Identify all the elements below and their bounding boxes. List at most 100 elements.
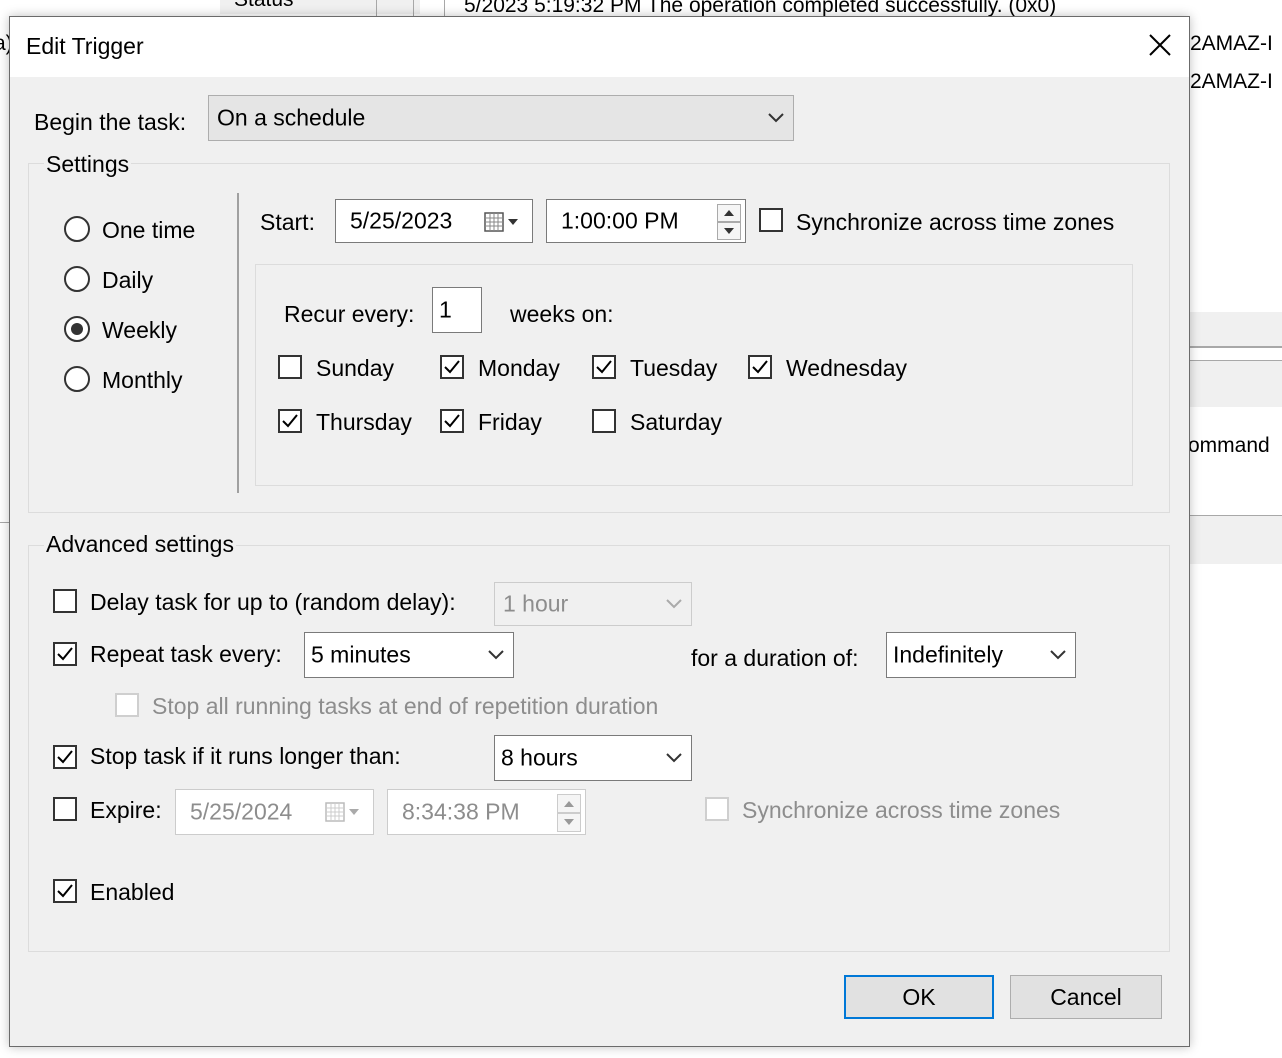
stop-longer-select[interactable]: 8 hours [494,735,692,781]
repeat-task-checkbox[interactable] [53,642,77,666]
start-time-spinner[interactable]: 1:00:00 PM [546,199,746,243]
calendar-icon[interactable] [325,802,361,822]
day-wednesday-checkbox[interactable] [748,355,772,379]
chevron-down-icon [1050,650,1066,660]
radio-selected-dot [71,323,83,335]
day-tuesday-label: Tuesday [630,355,718,381]
duration-label: for a duration of: [691,645,859,671]
enabled-label: Enabled [90,879,175,905]
sync-time-zones-label: Synchronize across time zones [796,209,1115,235]
stop-longer-label: Stop task if it runs longer than: [90,743,401,769]
expire-sync-label: Synchronize across time zones [742,797,1061,823]
checkmark-icon [57,647,73,661]
day-saturday-label: Saturday [630,409,723,435]
day-friday-label: Friday [478,409,542,435]
begin-task-label: Begin the task: [34,109,187,135]
background-divider [413,0,414,16]
radio-monthly[interactable] [64,366,90,392]
expire-label: Expire: [90,797,162,823]
recur-every-label: Recur every: [284,301,415,327]
expire-date-value: 5/25/2024 [190,798,293,825]
repeat-task-label: Repeat task every: [90,641,282,667]
stop-all-running-label: Stop all running tasks at end of repetit… [152,693,659,719]
radio-weekly-label: Weekly [102,317,177,343]
chevron-down-icon [488,650,504,660]
background-host-2: 2AMAZ-I [1190,70,1273,93]
stop-longer-value: 8 hours [501,744,578,771]
sync-time-zones-checkbox[interactable] [759,208,783,232]
radio-one-time-label: One time [102,217,196,243]
background-host-1: 2AMAZ-I [1190,32,1273,55]
duration-select[interactable]: Indefinitely [886,632,1076,678]
day-thursday-checkbox[interactable] [278,409,302,433]
enabled-checkbox[interactable] [53,879,77,903]
day-thursday-label: Thursday [316,409,412,435]
day-monday-checkbox[interactable] [440,355,464,379]
radio-daily-label: Daily [102,267,154,293]
radio-weekly[interactable] [64,316,90,342]
recur-every-input[interactable]: 1 [432,287,482,333]
checkmark-icon [57,750,73,764]
start-label: Start: [260,209,315,235]
repeat-interval-value: 5 minutes [311,641,411,668]
chevron-down-icon [666,599,682,609]
weeks-on-label: weeks on: [510,301,614,327]
expire-checkbox[interactable] [53,797,77,821]
radio-one-time[interactable] [64,216,90,242]
begin-task-select[interactable]: On a schedule [208,95,794,141]
checkmark-icon [444,360,460,374]
spinner-arrows-icon[interactable] [717,204,741,240]
day-tuesday-checkbox[interactable] [592,355,616,379]
settings-legend: Settings [44,151,132,178]
checkmark-icon [282,414,298,428]
background-pane [1189,312,1282,348]
radio-daily[interactable] [64,266,90,292]
background-divider [444,0,445,16]
expire-time-value: 8:34:38 PM [402,798,520,825]
background-command-text: ommand [1188,434,1270,457]
title-bar[interactable] [10,17,1189,77]
day-sunday-label: Sunday [316,355,395,381]
duration-value: Indefinitely [893,641,1003,668]
background-pane [1189,516,1282,564]
radio-monthly-label: Monthly [102,367,183,393]
day-friday-checkbox[interactable] [440,409,464,433]
chevron-down-icon [768,113,784,123]
delay-task-checkbox[interactable] [53,589,77,613]
edit-trigger-dialog: Edit Trigger Begin the task: On a schedu… [9,16,1190,1047]
recur-every-value: 1 [439,296,452,323]
checkmark-icon [596,360,612,374]
stop-all-running-checkbox[interactable] [115,693,139,717]
day-sunday-checkbox[interactable] [278,355,302,379]
calendar-icon[interactable] [484,212,520,232]
start-time-value: 1:00:00 PM [561,207,679,234]
advanced-settings-legend: Advanced settings [44,531,236,558]
start-date-value: 5/25/2023 [350,207,453,234]
checkmark-icon [752,360,768,374]
background-status-header: Status [234,0,294,12]
day-saturday-checkbox[interactable] [592,409,616,433]
day-wednesday-label: Wednesday [786,355,908,381]
delay-value: 1 hour [503,590,569,617]
expire-sync-checkbox[interactable] [705,797,729,821]
cancel-button[interactable]: Cancel [1010,975,1162,1019]
ok-button[interactable]: OK [844,975,994,1019]
delay-select[interactable]: 1 hour [494,582,692,626]
expire-date-picker[interactable]: 5/25/2024 [175,789,374,835]
checkmark-icon [444,414,460,428]
checkmark-icon [57,884,73,898]
start-date-picker[interactable]: 5/25/2023 [335,199,533,243]
day-monday-label: Monday [478,355,560,381]
background-divider [1189,346,1282,348]
repeat-interval-select[interactable]: 5 minutes [304,632,514,678]
begin-task-value: On a schedule [217,104,366,131]
settings-separator [237,193,239,493]
dialog-title: Edit Trigger [26,33,144,59]
chevron-down-icon [666,753,682,763]
expire-time-spinner[interactable]: 8:34:38 PM [387,789,586,835]
background-divider [376,0,377,16]
delay-task-label: Delay task for up to (random delay): [90,589,456,615]
spinner-arrows-icon[interactable] [557,794,581,832]
stop-longer-checkbox[interactable] [53,745,77,769]
close-icon[interactable] [1146,31,1174,59]
